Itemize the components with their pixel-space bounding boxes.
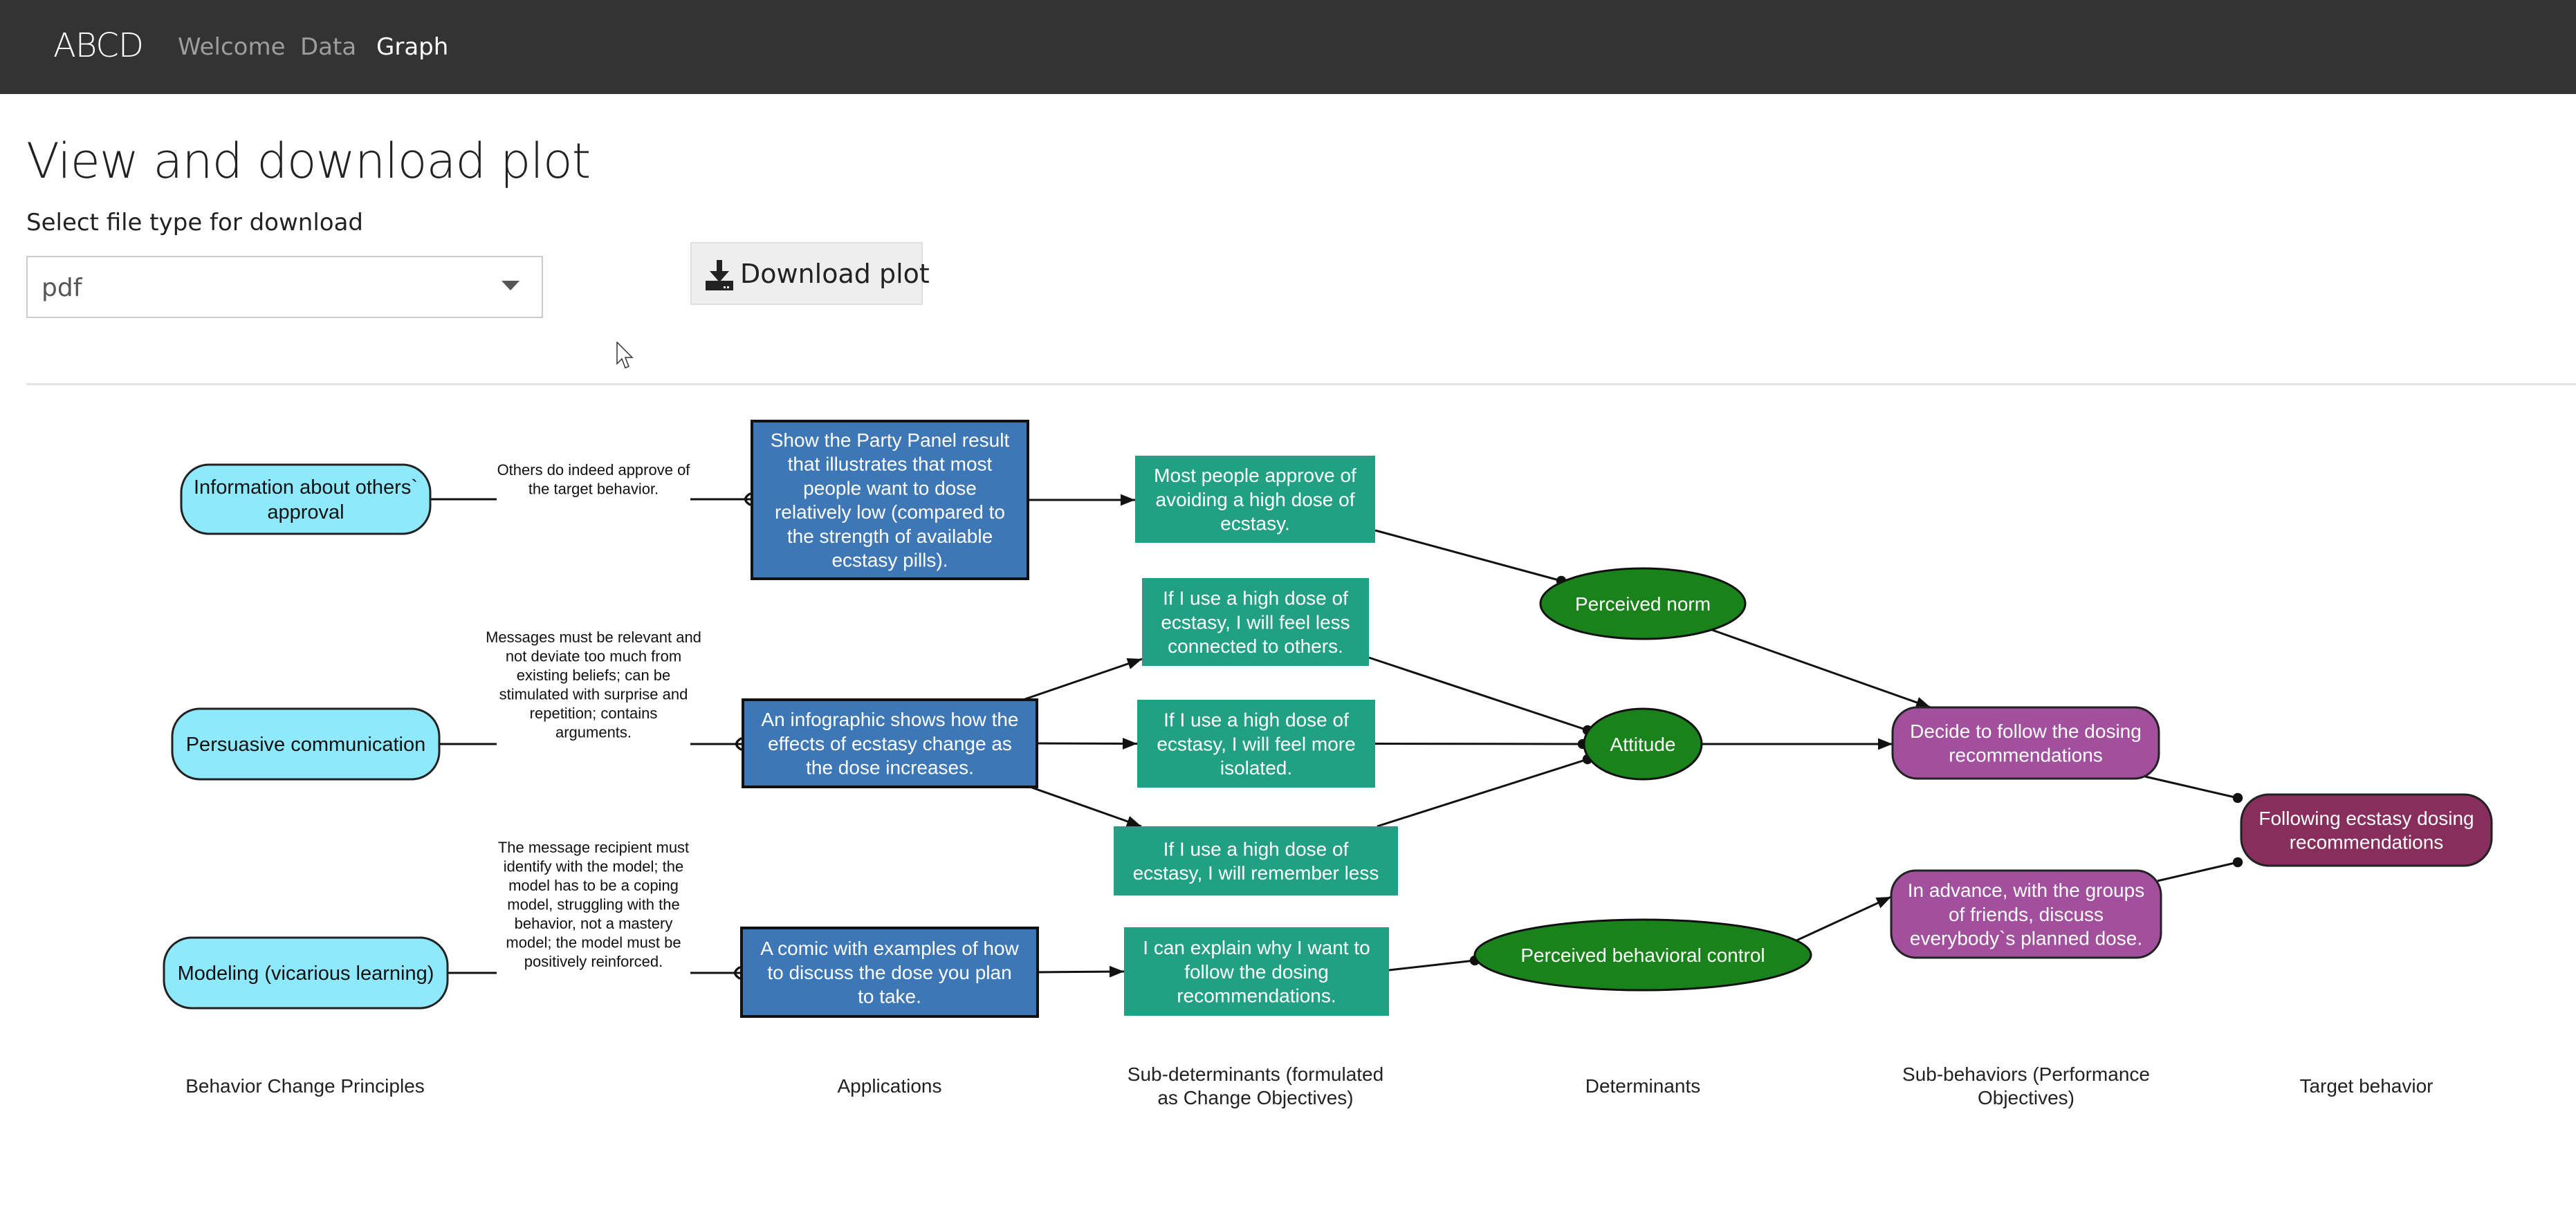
download-plot-button[interactable]: Download plot [690,242,930,305]
subdeterminant-node: If I use a high dose of ecstasy, I will r… [1114,826,1398,895]
subdeterminant-node: I can explain why I want to follow the do… [1124,927,1389,1016]
section-divider [26,383,2576,385]
column-label: Determinants [1585,1075,1701,1097]
navbar: ABCD Welcome Data Graph [0,0,2576,94]
subbehavior-node-shape [1891,706,2160,780]
brand-logo[interactable]: ABCD [53,26,144,65]
page-title: View and download plot [26,133,591,189]
edge-subdeterminant-determinant [1374,738,1588,750]
target-behavior-node: Following ecstasy dosing recommendations [2240,793,2493,867]
column-label: Sub-determinants (formulated as Change Ob… [1128,1063,1383,1108]
subdeterminant-node-shape [1114,826,1398,895]
edge-application-subdeterminant [1036,738,1138,750]
column-label: Applications [838,1075,942,1097]
principle-node-label: Persuasive communication [186,734,426,756]
application-node: A comic with examples of how to discuss t… [740,927,1039,1018]
subbehavior-node: Decide to follow the dosing recommendatio… [1891,706,2160,780]
edge-subbehavior-target [2144,775,2243,803]
subdeterminant-node: If I use a high dose of ecstasy, I will f… [1137,700,1375,788]
nav-item-welcome[interactable]: Welcome [178,33,286,61]
principle-node: Persuasive communication [171,707,441,781]
subbehavior-node: In advance, with the groups of friends, d… [1890,869,2162,959]
condition-label: The message recipient must identify with … [498,839,689,970]
subdeterminant-node-label: If I use a high dose of ecstasy, I will f… [1161,588,1350,657]
edge-determinant-subbehavior [1711,629,1931,709]
determinant-node: Attitude [1583,707,1703,781]
chevron-down-icon [502,281,519,290]
logic-model-diagram: Information about others` approval Persuas… [163,420,2493,1108]
determinant-node-label: Perceived behavioral control [1520,945,1765,966]
nav-item-data[interactable]: Data [300,33,356,61]
nav-item-graph[interactable]: Graph [376,33,448,61]
condition-for-effectiveness: Others do indeed approve of the target be… [497,457,690,501]
file-type-select[interactable]: pdf [26,256,543,318]
column-label: Behavior Change Principles [185,1075,425,1097]
edge-application-subdeterminant [1022,658,1143,701]
download-icon [706,260,733,290]
determinant-node: Perceived behavioral control [1473,918,1812,992]
file-type-label: Select file type for download [26,209,364,236]
edge-subdeterminant-determinant [1377,754,1593,828]
determinant-node: Perceived norm [1539,567,1747,640]
edge-subdeterminant-determinant [1388,955,1480,972]
column-label: Sub-behaviors (Performance Objectives) [1902,1063,2150,1108]
download-plot-label: Download plot [740,259,930,289]
column-label: Target behavior [2299,1075,2433,1097]
edge-subdeterminant-determinant [1374,529,1567,586]
edge-application-subdeterminant [1029,786,1142,828]
application-node: An infographic shows how the effects of e… [742,698,1038,788]
application-node: Show the Party Panel result that illustra… [751,420,1029,580]
principle-node-label: Modeling (vicarious learning) [178,963,434,985]
edge-determinant-subbehavior [1794,895,1892,942]
edge-subdeterminant-determinant [1368,656,1593,736]
file-type-selected-value: pdf [42,274,82,302]
subdeterminant-node: Most people approve of avoiding a high do… [1135,456,1375,543]
edge-subbehavior-target [2157,857,2243,882]
principle-node: Information about others` approval [180,463,432,535]
determinant-node-label: Perceived norm [1575,593,1711,615]
condition-for-effectiveness: The message recipient must identify with … [497,834,690,975]
target-behavior-node-shape [2240,793,2493,867]
determinant-node-label: Attitude [1610,734,1676,755]
principle-node: Modeling (vicarious learning) [163,936,449,1010]
subdeterminant-node: If I use a high dose of ecstasy, I will f… [1142,578,1369,666]
mouse-cursor-icon [616,342,634,369]
condition-for-effectiveness: Messages must be relevant and not deviate… [486,624,701,745]
